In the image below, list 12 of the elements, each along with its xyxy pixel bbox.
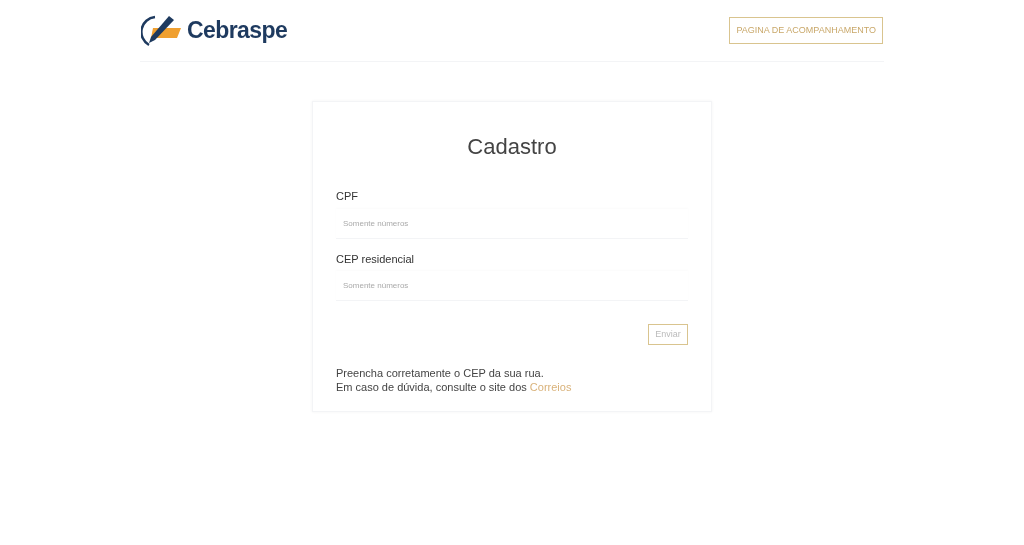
help-text: Em caso de dúvida, consulte o site dos Correios <box>336 380 573 394</box>
tracking-page-button[interactable]: PAGINA DE ACOMPANHAMENTO <box>729 17 883 44</box>
input-field[interactable]: Somente números <box>336 271 688 301</box>
correios-link[interactable]: Correios <box>529 381 572 393</box>
input-field[interactable]: Somente números <box>336 208 688 239</box>
form-title: Cadastro <box>466 133 558 161</box>
help-text: Preencha corretamente o CEP da sua rua. <box>336 366 545 380</box>
logo-text: Cebraspe <box>187 16 288 46</box>
field-label: CPF <box>336 189 359 204</box>
field-label: CEP residencial <box>336 251 416 267</box>
logo-icon <box>141 13 183 48</box>
submit-button[interactable]: Enviar <box>648 324 688 345</box>
